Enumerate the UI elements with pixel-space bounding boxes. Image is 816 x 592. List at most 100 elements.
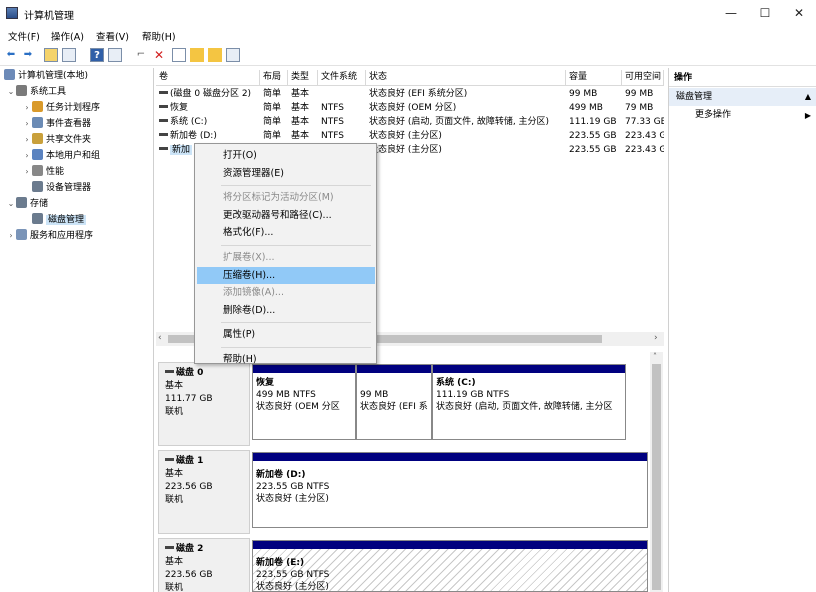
tree-item-label: 事件查看器	[46, 119, 92, 129]
tree-item[interactable]: › 本地用户和组	[0, 148, 153, 164]
column-free-space[interactable]: 可用空间	[622, 70, 664, 86]
column-layout[interactable]: 布局	[260, 70, 288, 86]
volume-row[interactable]: 恢复 简单 基本 NTFS 状态良好 (OEM 分区) 499 MB 79 MB	[156, 101, 664, 115]
show-tree-icon[interactable]	[62, 48, 76, 62]
tree-item[interactable]: › 性能	[0, 164, 153, 180]
context-menu-item[interactable]: 属性(P)	[197, 326, 375, 343]
help-icon[interactable]: ?	[90, 48, 104, 62]
volume-cell: NTFS	[321, 103, 344, 113]
column-capacity[interactable]: 容量	[566, 70, 622, 86]
clock-icon	[32, 101, 43, 112]
partition-new-volume-e[interactable]: 新加卷 (E:) 223.55 GB NTFS 状态良好 (主分区)	[252, 540, 648, 592]
tree-root[interactable]: 计算机管理(本地)	[0, 68, 153, 84]
volume-icon	[159, 147, 168, 150]
forward-icon[interactable]: ➡	[21, 48, 35, 62]
maximize-button[interactable]: ☐	[748, 0, 782, 26]
disk-2-info[interactable]: 磁盘 2 基本 223.56 GB 联机	[158, 538, 250, 592]
services-icon	[16, 229, 27, 240]
context-menu-item[interactable]: 帮助(H)	[197, 351, 375, 368]
volume-cell: 223.43 GB	[625, 145, 664, 155]
context-menu-item[interactable]: 压缩卷(H)...	[197, 266, 375, 284]
context-menu: 打开(O) 资源管理器(E) 将分区标记为活动分区(M) 更改驱动器号和路径(C)..…	[194, 143, 377, 365]
context-menu-item[interactable]: 删除卷(D)...	[197, 302, 375, 319]
users-icon	[32, 149, 43, 160]
minimize-button[interactable]: —	[714, 0, 748, 26]
search-folder-icon[interactable]	[208, 48, 222, 62]
view-icon[interactable]	[226, 48, 240, 62]
context-menu-item[interactable]: 更改驱动器号和路径(C)...	[197, 207, 375, 224]
context-menu-item[interactable]: 打开(O)	[197, 147, 375, 164]
share-icon	[32, 133, 43, 144]
column-type[interactable]: 类型	[288, 70, 318, 86]
tree-item[interactable]: ⌄ 系统工具	[0, 84, 153, 100]
disk-1-size: 223.56 GB	[165, 482, 213, 492]
volume-cell: 简单	[263, 89, 282, 99]
disk-1-type: 基本	[165, 469, 184, 479]
tree-item[interactable]: › 共享文件夹	[0, 132, 153, 148]
tree-item[interactable]: › 服务和应用程序	[0, 228, 153, 244]
tree-item[interactable]: 磁盘管理	[0, 212, 153, 228]
menu-view[interactable]: 查看(V)	[96, 29, 129, 43]
expand-arrow-icon[interactable]: ›	[22, 100, 32, 116]
volume-row[interactable]: 系统 (C:) 简单 基本 NTFS 状态良好 (启动, 页面文件, 故障转储, 主分区…	[156, 115, 664, 129]
tree-item-label: 本地用户和组	[46, 151, 101, 161]
menu-file[interactable]: 文件(F)	[8, 29, 40, 43]
partition-system-c[interactable]: 系统 (C:) 111.19 GB NTFS 状态良好 (启动, 页面文件, 故…	[432, 364, 626, 440]
tree-item-label: 任务计划程序	[46, 103, 101, 113]
expand-arrow-icon[interactable]: ›	[22, 132, 32, 148]
scroll-up-icon[interactable]: ˄	[653, 352, 657, 361]
context-menu-item: 将分区标记为活动分区(M)	[223, 192, 334, 204]
delete-icon[interactable]: ✕	[152, 48, 166, 62]
volume-row[interactable]: 新加卷 (D:) 简单 基本 NTFS 状态良好 (主分区) 223.55 GB 223.4…	[156, 129, 664, 143]
up-folder-icon[interactable]	[44, 48, 58, 62]
expand-arrow-icon[interactable]: ›	[22, 116, 32, 132]
volume-cell: 简单	[263, 131, 282, 141]
vscroll-thumb[interactable]	[652, 364, 661, 590]
scroll-left-icon[interactable]: ‹	[158, 333, 162, 343]
connect-icon[interactable]: ⌐	[134, 48, 148, 62]
column-filesystem[interactable]: 文件系统	[318, 70, 366, 86]
disk-1-info[interactable]: 磁盘 1 基本 223.56 GB 联机	[158, 450, 250, 534]
disk-2-type: 基本	[165, 557, 184, 567]
scroll-right-icon[interactable]: ›	[654, 333, 658, 343]
expand-arrow-icon[interactable]: ›	[22, 148, 32, 164]
check-icon[interactable]	[172, 48, 186, 62]
disk-0-info[interactable]: 磁盘 0 基本 111.77 GB 联机	[158, 362, 250, 446]
tree-item[interactable]: 设备管理器	[0, 180, 153, 196]
partition-bar	[433, 365, 625, 373]
expand-arrow-icon[interactable]: ›	[22, 164, 32, 180]
column-volume[interactable]: 卷	[156, 70, 260, 86]
volume-cell: 223.55 GB	[569, 131, 617, 141]
actions-header: 操作	[669, 70, 816, 87]
vertical-scrollbar[interactable]: ˄	[650, 352, 663, 592]
volume-row[interactable]: (磁盘 0 磁盘分区 2) 简单 基本 状态良好 (EFI 系统分区) 99 MB 99 …	[156, 87, 664, 101]
expand-arrow-icon[interactable]: ⌄	[6, 196, 16, 212]
partition-new-volume-d[interactable]: 新加卷 (D:) 223.55 GB NTFS 状态良好 (主分区)	[252, 452, 648, 528]
menu-separator	[221, 185, 371, 187]
partition-efi[interactable]: 99 MB 状态良好 (EFI 系	[356, 364, 432, 440]
folder-icon[interactable]	[190, 48, 204, 62]
partition-status: 状态良好 (OEM 分区	[256, 402, 340, 412]
context-menu-item[interactable]: 资源管理器(E)	[197, 165, 375, 182]
column-status[interactable]: 状态	[366, 70, 566, 86]
properties-icon[interactable]	[108, 48, 122, 62]
collapse-icon[interactable]: ▲	[805, 88, 811, 106]
tree-item-label: 服务和应用程序	[30, 231, 94, 241]
tree-item[interactable]: ⌄ 存储	[0, 196, 153, 212]
tree-item[interactable]: › 任务计划程序	[0, 100, 153, 116]
title-bar: 计算机管理 — ☐ ✕	[0, 0, 816, 26]
context-menu-item[interactable]: 格式化(F)...	[197, 224, 375, 241]
tree-item[interactable]: › 事件查看器	[0, 116, 153, 132]
tools-icon	[16, 85, 27, 96]
close-button[interactable]: ✕	[782, 0, 816, 26]
menu-help[interactable]: 帮助(H)	[142, 29, 176, 43]
back-icon[interactable]: ⬅	[4, 48, 18, 62]
partition-status: 状态良好 (EFI 系	[360, 402, 428, 412]
menu-action[interactable]: 操作(A)	[51, 29, 84, 43]
more-actions-item[interactable]: 更多操作 ▶	[669, 107, 816, 124]
partition-recovery[interactable]: 恢复 499 MB NTFS 状态良好 (OEM 分区	[252, 364, 356, 440]
actions-pane: 操作 磁盘管理 ▲ 更多操作 ▶	[668, 68, 816, 592]
actions-section-disk-management[interactable]: 磁盘管理 ▲	[669, 88, 816, 106]
expand-arrow-icon[interactable]: ›	[6, 228, 16, 244]
expand-arrow-icon[interactable]: ⌄	[6, 84, 16, 100]
